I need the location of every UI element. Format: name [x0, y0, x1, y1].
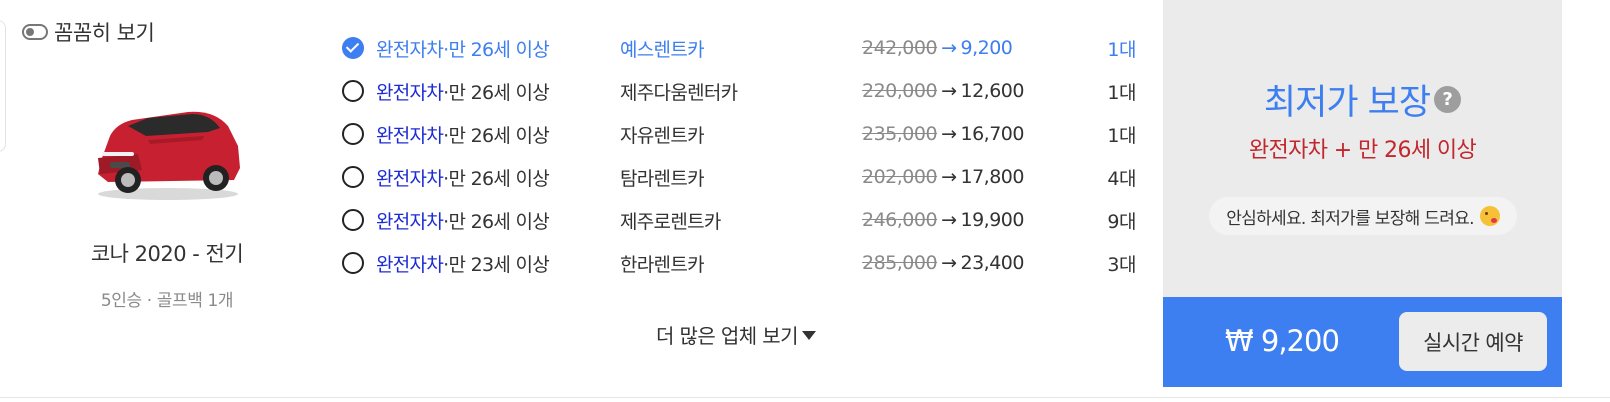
- radio-unchecked-icon[interactable]: [342, 123, 364, 145]
- insurance-info: 완전자차·만 26세 이상: [376, 124, 550, 147]
- car-count: 1대: [1107, 124, 1136, 147]
- lowest-price-panel: 최저가 보장 ? 완전자차 + 만 26세 이상 안심하세요. 최저가를 보장해…: [1163, 0, 1562, 297]
- guarantee-message: 안심하세요. 최저가를 보장해 드려요.: [1209, 197, 1517, 235]
- insurance-info: 완전자차·만 26세 이상: [376, 167, 550, 190]
- toggle-off-icon[interactable]: [22, 24, 48, 40]
- insurance-info: 완전자차·만 26세 이상: [376, 38, 550, 61]
- arrow-icon: →: [941, 37, 957, 59]
- price: 202,000 → 17,800: [862, 166, 1024, 188]
- insurance-info: 완전자차·만 23세 이상: [376, 253, 550, 276]
- original-price: 285,000: [862, 252, 938, 274]
- original-price: 220,000: [862, 80, 938, 102]
- discount-price: 9,200: [960, 37, 1013, 59]
- discount-price: 12,600: [960, 80, 1025, 102]
- guarantee-condition: 완전자차 + 만 26세 이상: [1248, 138, 1477, 163]
- radio-checked-icon[interactable]: [342, 37, 364, 59]
- original-price: 246,000: [862, 209, 938, 231]
- company-name: 예스렌트카: [620, 38, 705, 61]
- guarantee-heading: 최저가 보장 ?: [1163, 74, 1562, 125]
- company-name: 제주로렌트카: [620, 210, 721, 233]
- offer-row[interactable]: 완전자차·만 26세 이상 제주로렌트카 246,000 → 19,900 9대: [342, 200, 1142, 240]
- discount-price: 17,800: [960, 166, 1025, 188]
- guarantee-title: 최저가 보장: [1263, 83, 1431, 123]
- car-count: 4대: [1107, 167, 1136, 190]
- red-suv-car-icon: [98, 111, 240, 200]
- offer-row[interactable]: 완전자차·만 23세 이상 한라렌트카 285,000 → 23,400 3대: [342, 243, 1142, 283]
- company-name: 탐라렌트카: [620, 167, 705, 190]
- side-tab-handle[interactable]: [0, 20, 6, 152]
- price: 220,000 → 12,600: [862, 80, 1024, 102]
- car-count: 1대: [1107, 38, 1136, 61]
- discount-price: 23,400: [960, 252, 1025, 274]
- arrow-icon: →: [941, 209, 957, 231]
- offer-row[interactable]: 완전자차·만 26세 이상 예스렌트카 242,000 → 9,200 1대: [342, 28, 1142, 68]
- arrow-icon: →: [941, 80, 957, 102]
- insurance-info: 완전자차·만 26세 이상: [376, 81, 550, 104]
- price: 235,000 → 16,700: [862, 123, 1024, 145]
- company-name: 제주다움렌터카: [620, 81, 738, 104]
- toggle-label: 꼼꼼히 보기: [54, 21, 155, 45]
- radio-unchecked-icon[interactable]: [342, 252, 364, 274]
- radio-unchecked-icon[interactable]: [342, 166, 364, 188]
- kissing-face-icon: [1479, 206, 1500, 226]
- arrow-icon: →: [941, 123, 957, 145]
- guarantee-message-text: 안심하세요. 최저가를 보장해 드려요.: [1226, 208, 1474, 229]
- offer-row[interactable]: 완전자차·만 26세 이상 탐라렌트카 202,000 → 17,800 4대: [342, 157, 1142, 197]
- arrow-icon: →: [941, 166, 957, 188]
- car-spec: 5인승 · 골프백 1개: [100, 291, 234, 311]
- caret-down-icon: [801, 331, 816, 340]
- more-companies-button[interactable]: 더 많은 업체 보기: [656, 320, 816, 349]
- company-name: 자유렌트카: [620, 124, 705, 147]
- offer-row[interactable]: 완전자차·만 26세 이상 제주다움렌터카 220,000 → 12,600 1대: [342, 71, 1142, 111]
- detail-view-toggle[interactable]: 꼼꼼히 보기: [22, 17, 155, 47]
- booking-bar: ₩ 9,200 실시간 예약: [1163, 297, 1562, 387]
- total-price: ₩ 9,200: [1225, 324, 1340, 358]
- more-companies-label: 더 많은 업체 보기: [656, 324, 798, 348]
- price: 246,000 → 19,900: [862, 209, 1024, 231]
- original-price: 235,000: [862, 123, 938, 145]
- car-count: 1대: [1107, 81, 1136, 104]
- offer-row[interactable]: 완전자차·만 26세 이상 자유렌트카 235,000 → 16,700 1대: [342, 114, 1142, 154]
- car-count: 9대: [1107, 210, 1136, 233]
- arrow-icon: →: [941, 252, 957, 274]
- realtime-booking-button[interactable]: 실시간 예약: [1399, 312, 1547, 371]
- insurance-info: 완전자차·만 26세 이상: [376, 210, 550, 233]
- price: 285,000 → 23,400: [862, 252, 1024, 274]
- radio-unchecked-icon[interactable]: [342, 209, 364, 231]
- help-icon[interactable]: ?: [1434, 86, 1462, 113]
- car-name: 코나 2020 - 전기: [90, 242, 244, 266]
- discount-price: 16,700: [960, 123, 1025, 145]
- radio-unchecked-icon[interactable]: [342, 80, 364, 102]
- original-price: 202,000: [862, 166, 938, 188]
- car-count: 3대: [1107, 253, 1136, 276]
- company-name: 한라렌트카: [620, 253, 705, 276]
- price: 242,000 → 9,200: [862, 37, 1013, 59]
- rental-offer-card: 꼼꼼히 보기 코나 2020 - 전기 5인승 · 골프백 1개 완전자차·만 …: [0, 0, 1610, 398]
- discount-price: 19,900: [960, 209, 1025, 231]
- original-price: 242,000: [862, 37, 938, 59]
